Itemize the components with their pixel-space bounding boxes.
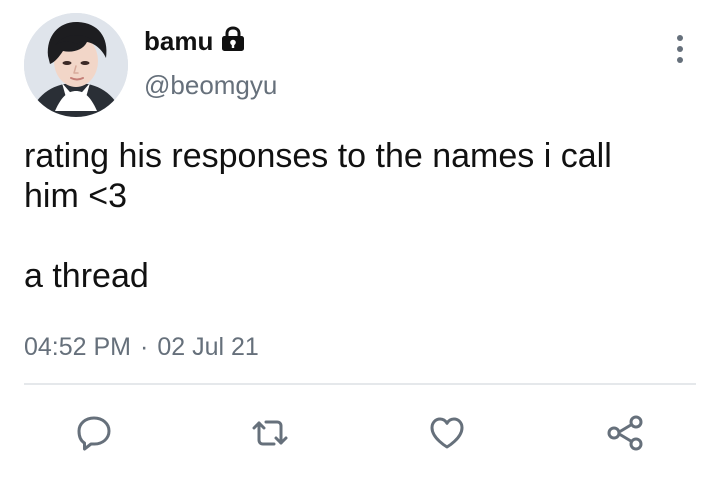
retweet-icon bbox=[252, 420, 288, 446]
author-name-row: bamu bbox=[144, 23, 247, 59]
avatar-photo bbox=[24, 13, 128, 117]
tweet-time: 04:52 PM bbox=[24, 333, 132, 361]
vertical-dots-icon bbox=[677, 35, 683, 63]
share-button[interactable] bbox=[600, 408, 650, 458]
retweet-button[interactable] bbox=[245, 408, 295, 458]
like-button[interactable] bbox=[422, 408, 472, 458]
more-options-button[interactable] bbox=[660, 29, 700, 69]
lock-icon bbox=[219, 25, 247, 53]
heart-icon bbox=[430, 417, 464, 449]
share-icon bbox=[607, 415, 643, 451]
tweet-actions bbox=[0, 408, 720, 458]
tweet-body: rating his responses to the names i call… bbox=[24, 137, 612, 295]
timestamp-separator: · bbox=[140, 333, 149, 361]
tweet-date: 02 Jul 21 bbox=[157, 333, 259, 361]
author-display-name[interactable]: bamu bbox=[144, 23, 213, 59]
reply-button[interactable] bbox=[69, 408, 119, 458]
author-handle[interactable]: @beomgyu bbox=[144, 68, 277, 102]
tweet-timestamp[interactable]: 04:52 PM · 02 Jul 21 bbox=[24, 330, 259, 364]
tweet-card: bamu @beomgyu rating his responses to th… bbox=[0, 0, 720, 477]
avatar[interactable] bbox=[24, 13, 128, 117]
reply-icon bbox=[77, 416, 111, 451]
divider bbox=[24, 383, 696, 385]
